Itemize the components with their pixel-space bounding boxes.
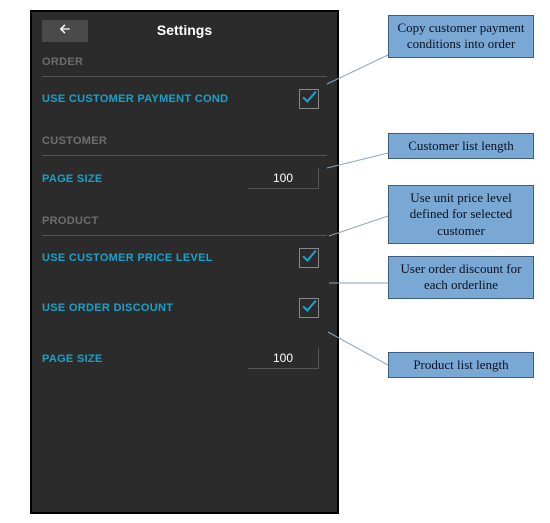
row-product-page-size[interactable]: PAGE SIZE 100 bbox=[32, 336, 337, 387]
checkbox-use-customer-price-level[interactable] bbox=[299, 248, 319, 268]
settings-screen: Settings ORDER USE CUSTOMER PAYMENT COND… bbox=[30, 10, 339, 514]
checkbox-use-customer-payment-cond[interactable] bbox=[299, 89, 319, 109]
annotation-payment-cond: Copy customer payment conditions into or… bbox=[388, 15, 534, 58]
row-use-order-discount[interactable]: USE ORDER DISCOUNT bbox=[32, 286, 337, 336]
setting-label: PAGE SIZE bbox=[42, 353, 103, 365]
arrow-left-icon bbox=[57, 22, 73, 41]
annotation-order-discount: User order discount for each orderline bbox=[388, 256, 534, 299]
check-icon bbox=[301, 297, 318, 319]
row-use-customer-payment-cond[interactable]: USE CUSTOMER PAYMENT COND bbox=[32, 77, 337, 127]
input-customer-page-size[interactable]: 100 bbox=[248, 168, 319, 189]
setting-label: PAGE SIZE bbox=[42, 173, 103, 185]
row-customer-page-size[interactable]: PAGE SIZE 100 bbox=[32, 156, 337, 207]
setting-label: USE ORDER DISCOUNT bbox=[42, 302, 173, 314]
section-head-customer: CUSTOMER bbox=[32, 127, 337, 153]
header: Settings bbox=[32, 12, 337, 48]
page-title: Settings bbox=[157, 22, 212, 38]
annotation-price-level: Use unit price level defined for selecte… bbox=[388, 185, 534, 244]
check-icon bbox=[301, 88, 318, 110]
input-product-page-size[interactable]: 100 bbox=[248, 348, 319, 369]
setting-label: USE CUSTOMER PAYMENT COND bbox=[42, 93, 228, 105]
check-icon bbox=[301, 247, 318, 269]
annotation-product-page-size: Product list length bbox=[388, 352, 534, 378]
checkbox-use-order-discount[interactable] bbox=[299, 298, 319, 318]
back-button[interactable] bbox=[42, 20, 88, 42]
setting-label: USE CUSTOMER PRICE LEVEL bbox=[42, 252, 213, 264]
row-use-customer-price-level[interactable]: USE CUSTOMER PRICE LEVEL bbox=[32, 236, 337, 286]
section-head-product: PRODUCT bbox=[32, 207, 337, 233]
section-head-order: ORDER bbox=[32, 48, 337, 74]
annotation-customer-page-size: Customer list length bbox=[388, 133, 534, 159]
